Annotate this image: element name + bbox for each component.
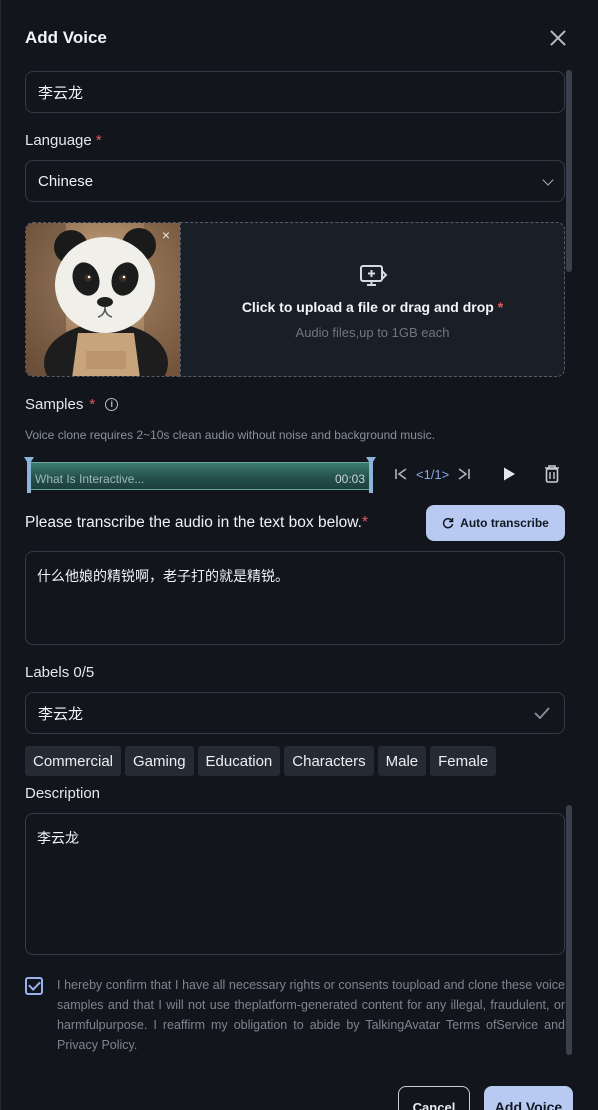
language-label-text: Language (25, 132, 92, 149)
auto-transcribe-button[interactable]: Auto transcribe (426, 505, 565, 541)
panda-image (26, 223, 180, 376)
voice-name-input[interactable]: 李云龙 (25, 71, 565, 113)
language-value: Chinese (38, 172, 94, 190)
clip-duration: 00:03 (334, 472, 365, 486)
consent-text: I hereby confirm that I have all necessa… (57, 978, 565, 1052)
consent-checkbox[interactable] (25, 977, 43, 995)
chip-female[interactable]: Female (430, 746, 497, 776)
samples-label-text: Samples (25, 396, 84, 413)
labels-input[interactable]: 李云龙 (25, 692, 565, 734)
required-mark: * (361, 514, 368, 531)
audio-dropzone[interactable]: Click to upload a file or drag and drop … (180, 222, 565, 377)
check-icon[interactable] (534, 707, 550, 719)
samples-hint: Voice clone requires 2~10s clean audio w… (25, 428, 435, 442)
skip-back-icon[interactable] (393, 462, 409, 486)
required-mark: * (95, 132, 102, 149)
transcribe-label-text: Please transcribe the audio in the text … (25, 514, 362, 531)
clip-name: What Is Interactive... (35, 472, 145, 486)
trim-end-handle[interactable] (369, 457, 373, 493)
play-icon[interactable] (501, 462, 517, 486)
add-voice-button[interactable]: Add Voice (484, 1086, 573, 1110)
upload-screen-icon (360, 265, 388, 286)
audio-waveform[interactable]: What Is Interactive... 00:03 (27, 457, 373, 493)
chip-male[interactable]: Male (377, 746, 427, 776)
required-mark: * (497, 299, 504, 315)
cancel-button[interactable]: Cancel (398, 1086, 470, 1110)
labels-label: Labels 0/5 (25, 664, 95, 681)
transcript-textarea[interactable]: 什么他娘的精锐啊，老子打的就是精锐。 (25, 551, 565, 645)
dialog-title: Add Voice (25, 28, 107, 47)
label-chips: Commercial Gaming Education Characters M… (25, 746, 497, 776)
sample-pager: <1/1> (416, 466, 450, 482)
trash-icon[interactable] (543, 462, 561, 486)
remove-thumbnail-icon[interactable]: × (158, 227, 174, 243)
upload-row: × Click to upload a file or drag and dro… (25, 222, 565, 377)
scrollbar-thumb[interactable] (566, 70, 572, 272)
description-text: 李云龙 (37, 830, 79, 846)
chevron-down-icon (542, 174, 554, 186)
transcript-text: 什么他娘的精锐啊，老子打的就是精锐。 (37, 568, 289, 584)
required-mark: * (89, 396, 96, 413)
language-label: Language * (25, 132, 102, 149)
samples-label: Samples * i (25, 396, 119, 413)
scrollbar[interactable] (566, 70, 572, 1055)
chip-gaming[interactable]: Gaming (125, 746, 194, 776)
auto-transcribe-label: Auto transcribe (460, 516, 549, 530)
labels-value: 李云龙 (38, 705, 84, 723)
close-icon[interactable] (546, 26, 570, 50)
voice-name-value: 李云龙 (38, 84, 84, 102)
upload-subtitle: Audio files,up to 1GB each (295, 325, 450, 340)
add-voice-dialog: Add Voice 李云龙 Language * Chinese × Click… (0, 0, 598, 1110)
refresh-icon (442, 517, 454, 529)
upload-title: Click to upload a file or drag and drop … (181, 299, 564, 315)
avatar-thumbnail: × (25, 222, 181, 377)
skip-forward-icon[interactable] (456, 462, 472, 486)
transcribe-label: Please transcribe the audio in the text … (25, 514, 368, 532)
chip-education[interactable]: Education (197, 746, 281, 776)
language-select[interactable]: Chinese (25, 160, 565, 202)
chip-characters[interactable]: Characters (284, 746, 374, 776)
upload-title-text: Click to upload a file or drag and drop (241, 299, 494, 315)
description-textarea[interactable]: 李云龙 (25, 813, 565, 955)
trim-start-handle[interactable] (27, 457, 31, 493)
info-icon[interactable]: i (105, 398, 119, 411)
dialog-header: Add Voice (25, 28, 574, 52)
chip-commercial[interactable]: Commercial (25, 746, 122, 776)
description-label: Description (25, 785, 101, 802)
scrollbar-track-segment (566, 805, 572, 1055)
